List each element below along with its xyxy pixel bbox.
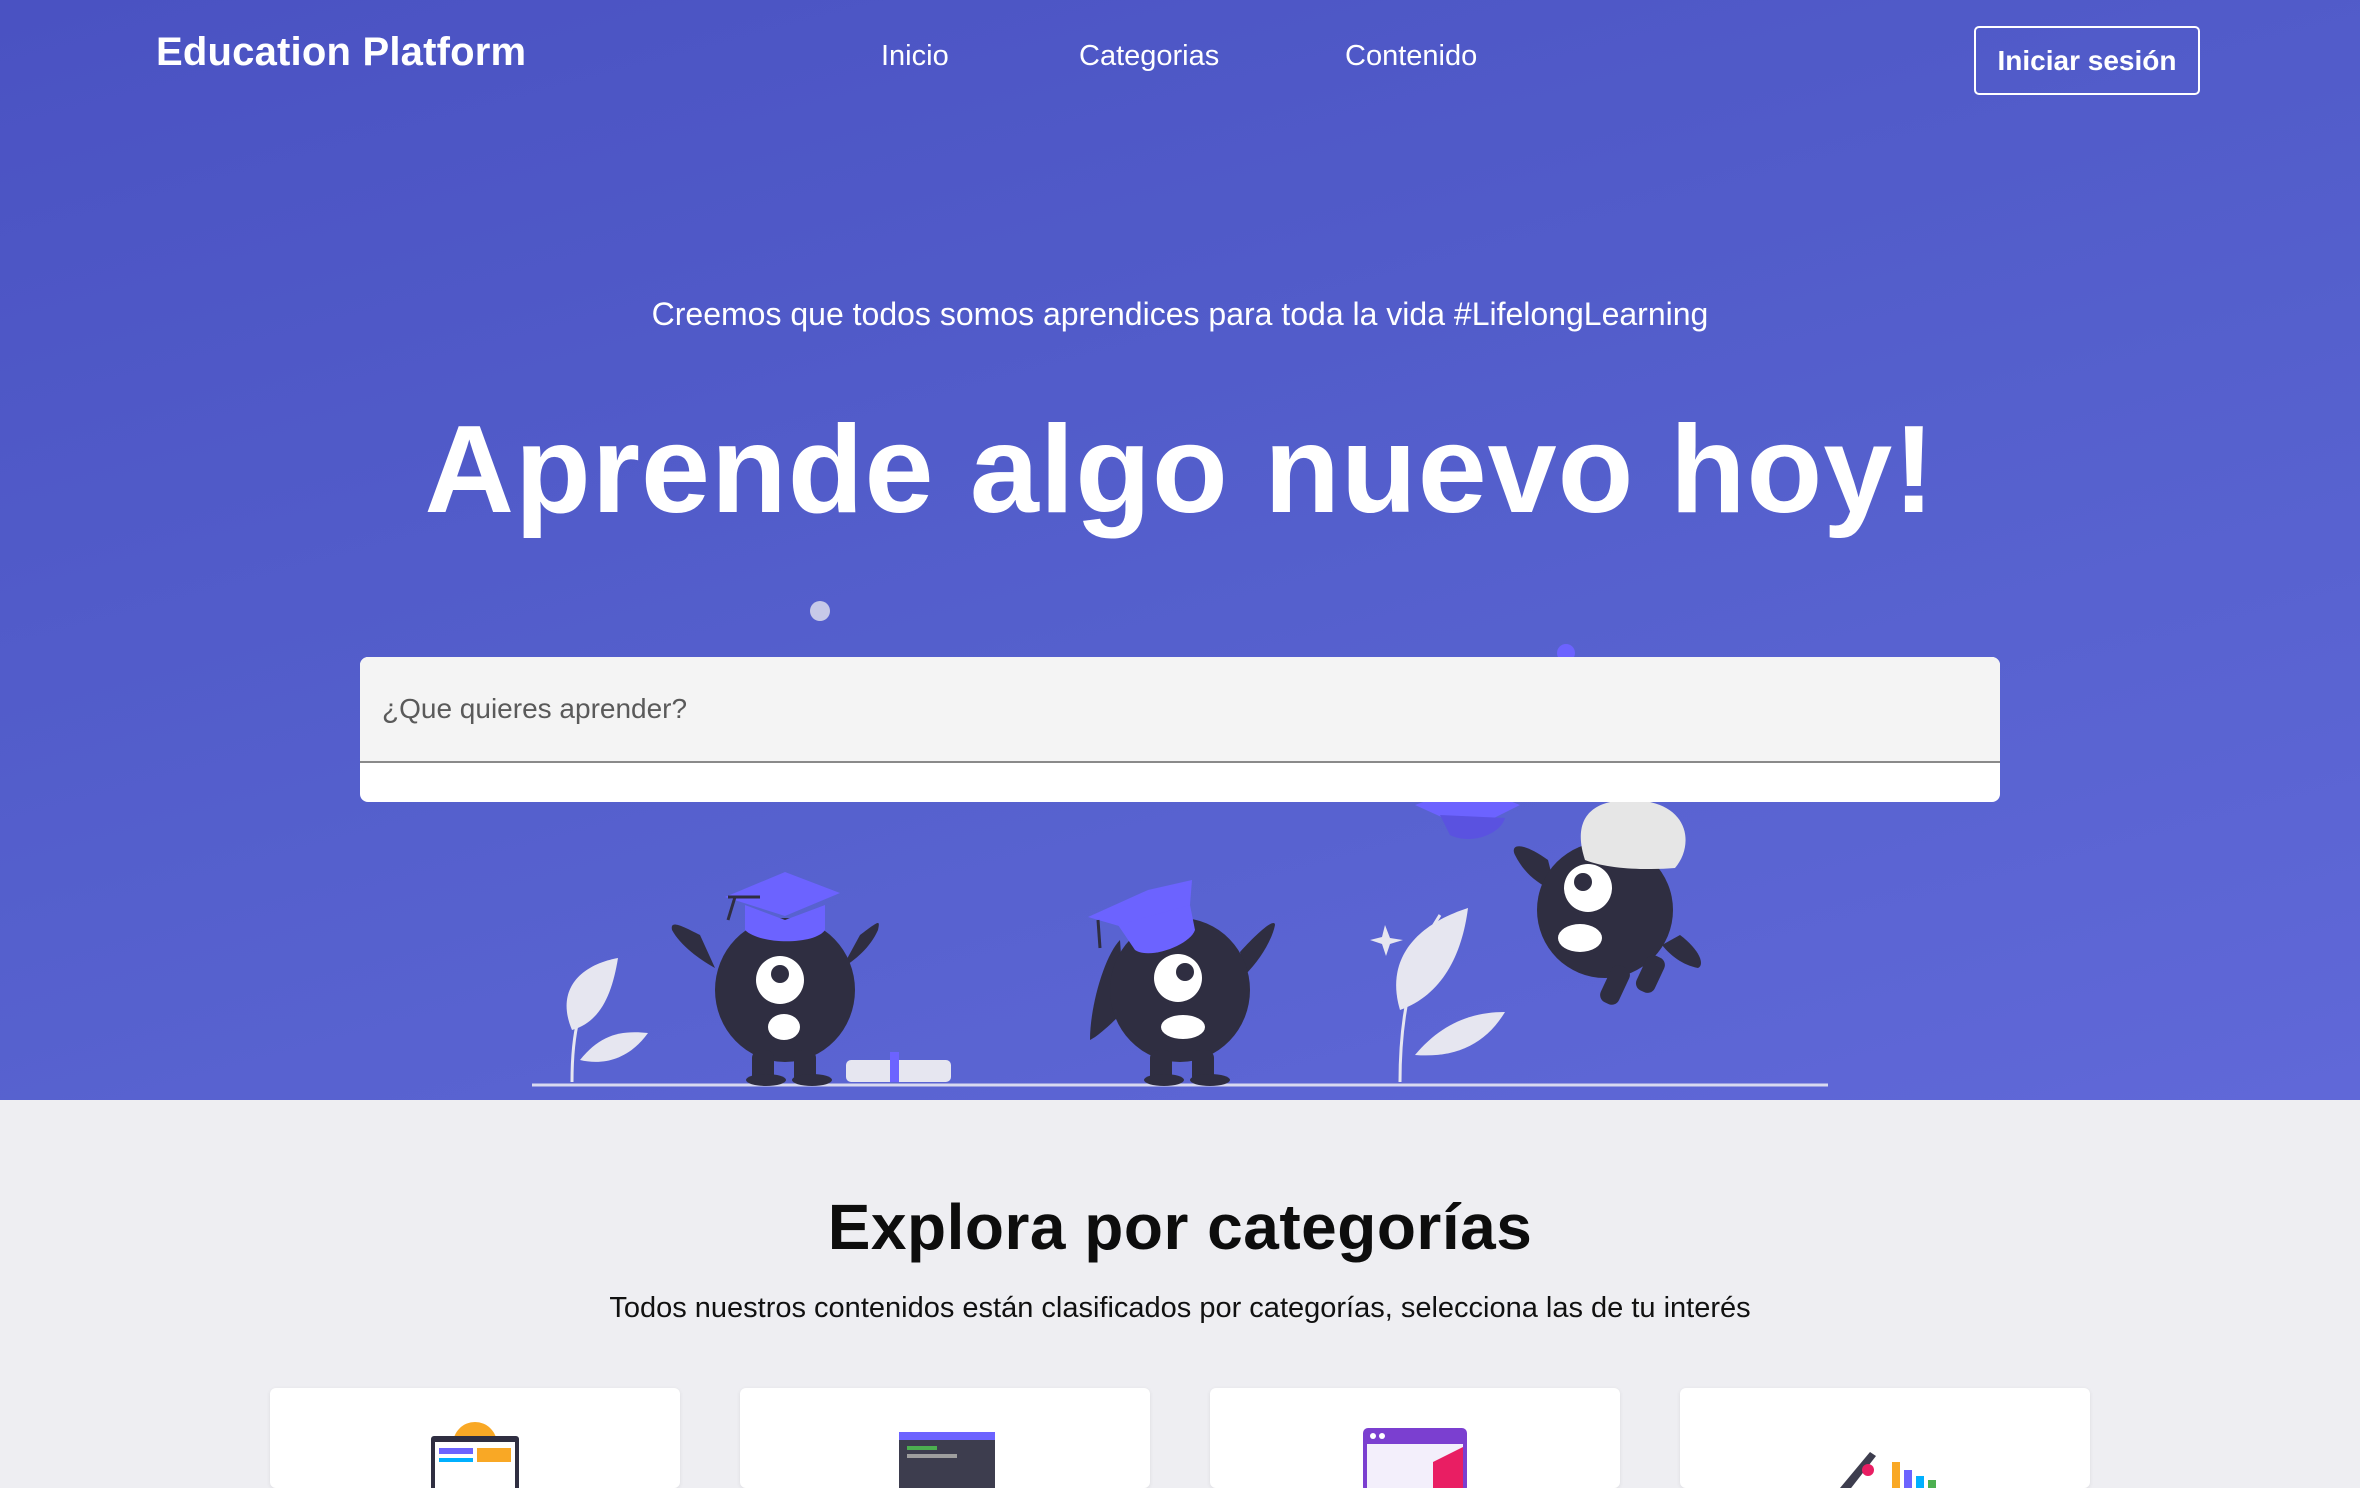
browser-window-icon [1363,1428,1467,1488]
analytics-chart-icon [1840,1452,1936,1488]
category-card-2[interactable] [740,1388,1150,1488]
graduation-monsters-illustration [532,601,1828,1087]
nav-link-inicio[interactable]: Inicio [881,40,949,73]
web-design-icon [431,1422,519,1488]
login-button[interactable]: Iniciar sesión [1974,26,2200,95]
categories-title: Explora por categorías [827,1191,1533,1263]
search-container [360,657,2000,802]
monster-one [671,872,879,1086]
nav-link-categorias[interactable]: Categorias [1079,40,1219,73]
category-card-3[interactable] [1210,1388,1620,1488]
nav-link-contenido[interactable]: Contenido [1345,40,1477,73]
categories-subtitle: Todos nuestros contenidos están clasific… [609,1292,1751,1324]
brand-logo[interactable]: Education Platform [156,30,526,75]
category-card-4[interactable] [1680,1388,2090,1488]
hero-section: Education Platform Inicio Categorias Con… [0,0,2360,1100]
category-card-1[interactable] [270,1388,680,1488]
search-input[interactable] [360,657,2000,763]
hero-tagline: Creemos que todos somos aprendices para … [651,296,1709,332]
code-editor-icon [899,1432,995,1488]
hero-headline: Aprende algo nuevo hoy! [424,401,1936,539]
